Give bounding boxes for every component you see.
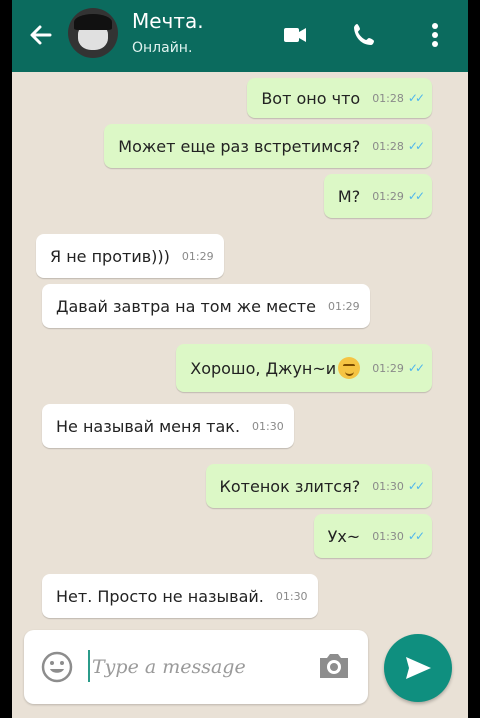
read-receipt-icon: ✓✓ bbox=[407, 189, 425, 203]
camera-icon[interactable] bbox=[316, 650, 352, 682]
composer bbox=[24, 630, 368, 704]
message-time: 01:28 bbox=[372, 139, 404, 153]
left-edge bbox=[0, 0, 12, 718]
message-text: Котенок злится? bbox=[219, 476, 361, 496]
message-input[interactable] bbox=[90, 648, 304, 686]
message-text: Я не против))) bbox=[50, 246, 170, 266]
message-text: Может еще раз встретимся? bbox=[118, 136, 361, 156]
message-text: Ух~ bbox=[327, 526, 361, 546]
message-time: 01:29 bbox=[372, 189, 404, 203]
message-text: Не называй меня так. bbox=[56, 416, 241, 436]
message-bubble[interactable]: Не называй меня так. 01:30 bbox=[42, 404, 294, 448]
message-bubble[interactable]: Котенок злится? 01:30 ✓✓ bbox=[205, 464, 432, 508]
message-time: 01:30 bbox=[252, 419, 284, 433]
message-bubble[interactable]: Я не против))) 01:29 bbox=[36, 234, 224, 278]
message-text: Хорошо, Джун~и bbox=[190, 358, 337, 378]
message-bubble[interactable]: Может еще раз встретимся? 01:28 ✓✓ bbox=[104, 124, 432, 168]
read-receipt-icon: ✓✓ bbox=[407, 529, 425, 543]
contact-status: Онлайн. bbox=[132, 40, 193, 56]
message-bubble[interactable]: Нет. Просто не называй. 01:30 bbox=[42, 574, 318, 618]
phone-call-icon[interactable] bbox=[348, 18, 382, 52]
chat-header: Мечта. Онлайн. bbox=[12, 0, 468, 72]
message-time: 01:30 bbox=[275, 589, 308, 603]
read-receipt-icon: ✓✓ bbox=[407, 91, 425, 105]
message-text: Давай завтра на том же месте bbox=[56, 296, 316, 316]
message-text: Вот оно что bbox=[261, 88, 361, 108]
contact-name[interactable]: Мечта. bbox=[132, 9, 204, 33]
smirk-emoji-icon bbox=[338, 357, 361, 379]
message-bubble[interactable]: Хорошо, Джун~и 01:29 ✓✓ bbox=[176, 344, 432, 392]
avatar[interactable] bbox=[68, 8, 118, 58]
message-text: М? bbox=[337, 186, 361, 206]
message-time: 01:29 bbox=[372, 361, 404, 375]
message-time: 01:29 bbox=[181, 249, 214, 263]
message-bubble[interactable]: Давай завтра на том же месте 01:29 bbox=[42, 284, 370, 328]
message-bubble[interactable]: Ух~ 01:30 ✓✓ bbox=[313, 514, 432, 558]
message-list: Вот оно что 01:28 ✓✓ Может еще раз встре… bbox=[12, 72, 468, 718]
video-call-icon[interactable] bbox=[278, 18, 312, 52]
back-arrow-icon[interactable] bbox=[26, 20, 56, 50]
emoji-icon[interactable] bbox=[40, 650, 74, 684]
message-time: 01:28 bbox=[372, 91, 404, 105]
message-time: 01:30 bbox=[372, 529, 404, 543]
read-receipt-icon: ✓✓ bbox=[407, 139, 425, 153]
message-time: 01:29 bbox=[327, 299, 360, 313]
message-bubble[interactable]: М? 01:29 ✓✓ bbox=[323, 174, 432, 218]
right-edge bbox=[468, 0, 480, 718]
read-receipt-icon: ✓✓ bbox=[407, 479, 425, 493]
message-bubble[interactable]: Вот оно что 01:28 ✓✓ bbox=[247, 78, 432, 118]
message-time: 01:30 bbox=[372, 479, 404, 493]
send-icon bbox=[406, 657, 431, 679]
read-receipt-icon: ✓✓ bbox=[407, 361, 425, 375]
more-options-icon[interactable] bbox=[418, 18, 452, 52]
message-text: Нет. Просто не называй. bbox=[56, 586, 264, 606]
send-button[interactable] bbox=[384, 634, 452, 702]
